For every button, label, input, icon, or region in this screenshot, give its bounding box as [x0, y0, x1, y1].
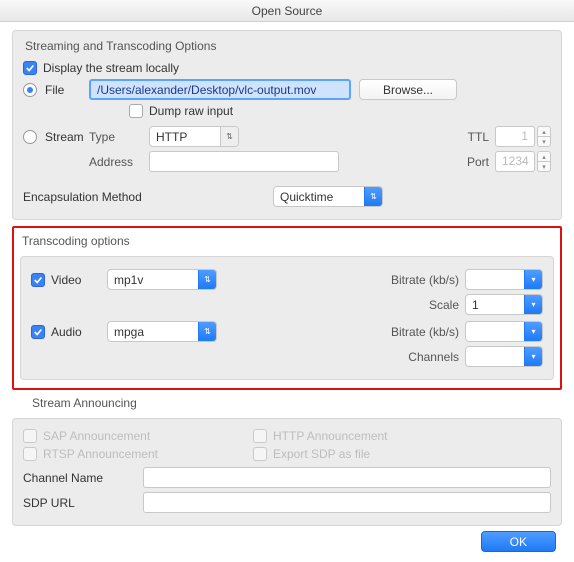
port-input[interactable]: 1234	[495, 151, 535, 172]
port-stepper[interactable]: ▴▾	[537, 151, 551, 172]
dump-raw-label: Dump raw input	[149, 104, 233, 118]
export-sdp-label: Export SDP as file	[273, 447, 370, 461]
dropdown-icon: ▾	[524, 270, 542, 289]
file-radio[interactable]	[23, 83, 37, 97]
transcoding-header: Transcoding options	[22, 234, 554, 248]
dropdown-icon: ▾	[524, 295, 542, 314]
video-bitrate-select[interactable]: ▾	[465, 269, 543, 290]
channel-name-input[interactable]	[143, 467, 551, 488]
display-locally-checkbox[interactable]	[23, 61, 37, 75]
video-bitrate-label: Bitrate (kb/s)	[379, 273, 459, 287]
audio-codec-select[interactable]: mpga ⇅	[107, 321, 217, 342]
sdp-url-label: SDP URL	[23, 496, 143, 510]
audio-label: Audio	[51, 325, 107, 339]
sap-label: SAP Announcement	[43, 429, 150, 443]
channels-label: Channels	[379, 350, 459, 364]
dropdown-icon: ▾	[524, 322, 542, 341]
encaps-select[interactable]: Quicktime ⇅	[273, 186, 383, 207]
video-checkbox[interactable]	[31, 273, 45, 287]
sdp-url-input[interactable]	[143, 492, 551, 513]
window-title: Open Source	[0, 0, 574, 22]
stream-radio[interactable]	[23, 130, 37, 144]
sap-checkbox	[23, 429, 37, 443]
encaps-label: Encapsulation Method	[23, 190, 273, 204]
announce-group: SAP Announcement HTTP Announcement RTSP …	[12, 418, 562, 526]
type-label: Type	[89, 130, 149, 144]
announce-header: Stream Announcing	[32, 396, 562, 410]
streaming-group: Streaming and Transcoding Options Displa…	[12, 30, 562, 220]
transcoding-highlight-box: Transcoding options Video mp1v ⇅ Bitrate…	[12, 226, 562, 390]
encaps-value: Quicktime	[274, 190, 364, 204]
address-input[interactable]	[149, 151, 339, 172]
ttl-stepper[interactable]: ▴▾	[537, 126, 551, 147]
file-path-input[interactable]: /Users/alexander/Desktop/vlc-output.mov	[89, 79, 351, 100]
updown-icon: ⇅	[364, 187, 382, 206]
scale-select[interactable]: 1 ▾	[465, 294, 543, 315]
audio-codec-value: mpga	[108, 325, 198, 339]
ttl-label: TTL	[459, 130, 489, 144]
scale-value: 1	[466, 298, 524, 312]
export-sdp-checkbox	[253, 447, 267, 461]
http-ann-checkbox	[253, 429, 267, 443]
updown-icon: ⇅	[198, 270, 216, 289]
video-codec-value: mp1v	[108, 273, 198, 287]
browse-button[interactable]: Browse...	[359, 79, 457, 100]
ok-button[interactable]: OK	[481, 531, 556, 552]
audio-bitrate-select[interactable]: ▾	[465, 321, 543, 342]
http-ann-label: HTTP Announcement	[273, 429, 388, 443]
type-select[interactable]: HTTP ⇅	[149, 126, 239, 147]
updown-icon: ⇅	[198, 322, 216, 341]
rtsp-checkbox	[23, 447, 37, 461]
updown-icon: ⇅	[220, 127, 238, 146]
dump-raw-checkbox[interactable]	[129, 104, 143, 118]
audio-checkbox[interactable]	[31, 325, 45, 339]
ttl-input[interactable]: 1	[495, 126, 535, 147]
video-codec-select[interactable]: mp1v ⇅	[107, 269, 217, 290]
type-select-value: HTTP	[150, 130, 220, 144]
streaming-header: Streaming and Transcoding Options	[25, 39, 551, 53]
audio-bitrate-label: Bitrate (kb/s)	[379, 325, 459, 339]
display-locally-label: Display the stream locally	[43, 61, 179, 75]
stream-radio-label: Stream	[45, 130, 89, 144]
file-radio-label: File	[45, 83, 89, 97]
channels-select[interactable]: ▾	[465, 346, 543, 367]
port-label: Port	[459, 155, 489, 169]
scale-label: Scale	[379, 298, 459, 312]
channel-name-label: Channel Name	[23, 471, 143, 485]
address-label: Address	[89, 155, 149, 169]
video-label: Video	[51, 273, 107, 287]
dropdown-icon: ▾	[524, 347, 542, 366]
rtsp-label: RTSP Announcement	[43, 447, 158, 461]
